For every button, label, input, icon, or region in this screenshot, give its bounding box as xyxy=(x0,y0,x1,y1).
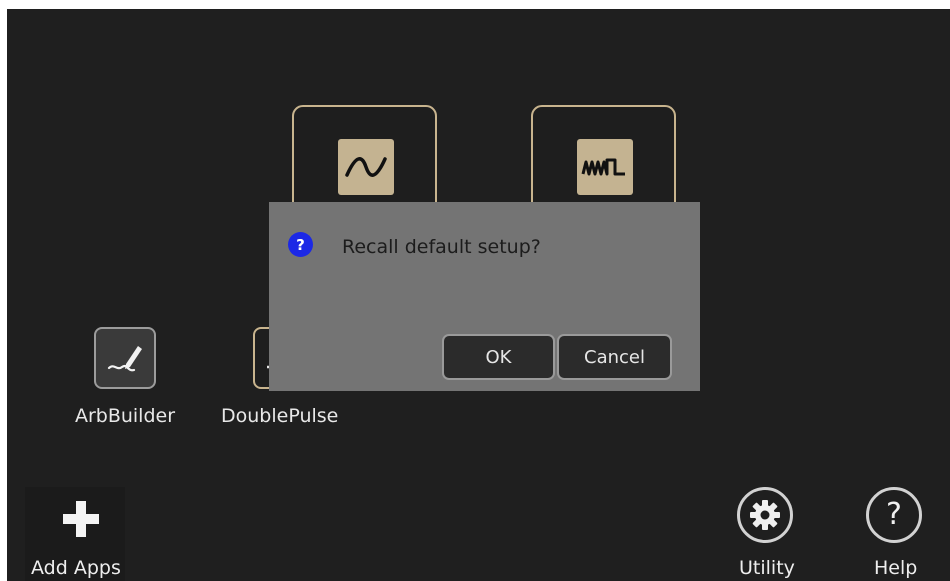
utility-label: Utility xyxy=(739,557,795,579)
help-label: Help xyxy=(874,557,918,579)
app-label: DoublePulse xyxy=(221,405,339,427)
help-button[interactable]: ? xyxy=(866,487,922,543)
sine-wave-icon xyxy=(338,139,394,195)
utility-button[interactable] xyxy=(737,487,793,543)
pulse-wave-icon xyxy=(577,139,633,195)
add-apps-label: Add Apps xyxy=(31,557,121,579)
app-arbbuilder[interactable]: ArbBuilder xyxy=(65,327,185,427)
help-icon: ? xyxy=(886,497,902,532)
question-icon: ? xyxy=(288,232,313,257)
app-label: ArbBuilder xyxy=(74,405,176,427)
cancel-button[interactable]: Cancel xyxy=(557,334,672,380)
ok-button[interactable]: OK xyxy=(442,334,555,380)
home-screen: ArbBuilder DoublePulse Add Apps Utility … xyxy=(7,9,950,581)
pen-signature-icon xyxy=(94,327,156,389)
dialog-message: Recall default setup? xyxy=(342,236,541,258)
recall-default-dialog: ? Recall default setup? OK Cancel xyxy=(269,202,700,391)
gear-icon xyxy=(750,500,780,530)
plus-icon xyxy=(63,501,99,537)
